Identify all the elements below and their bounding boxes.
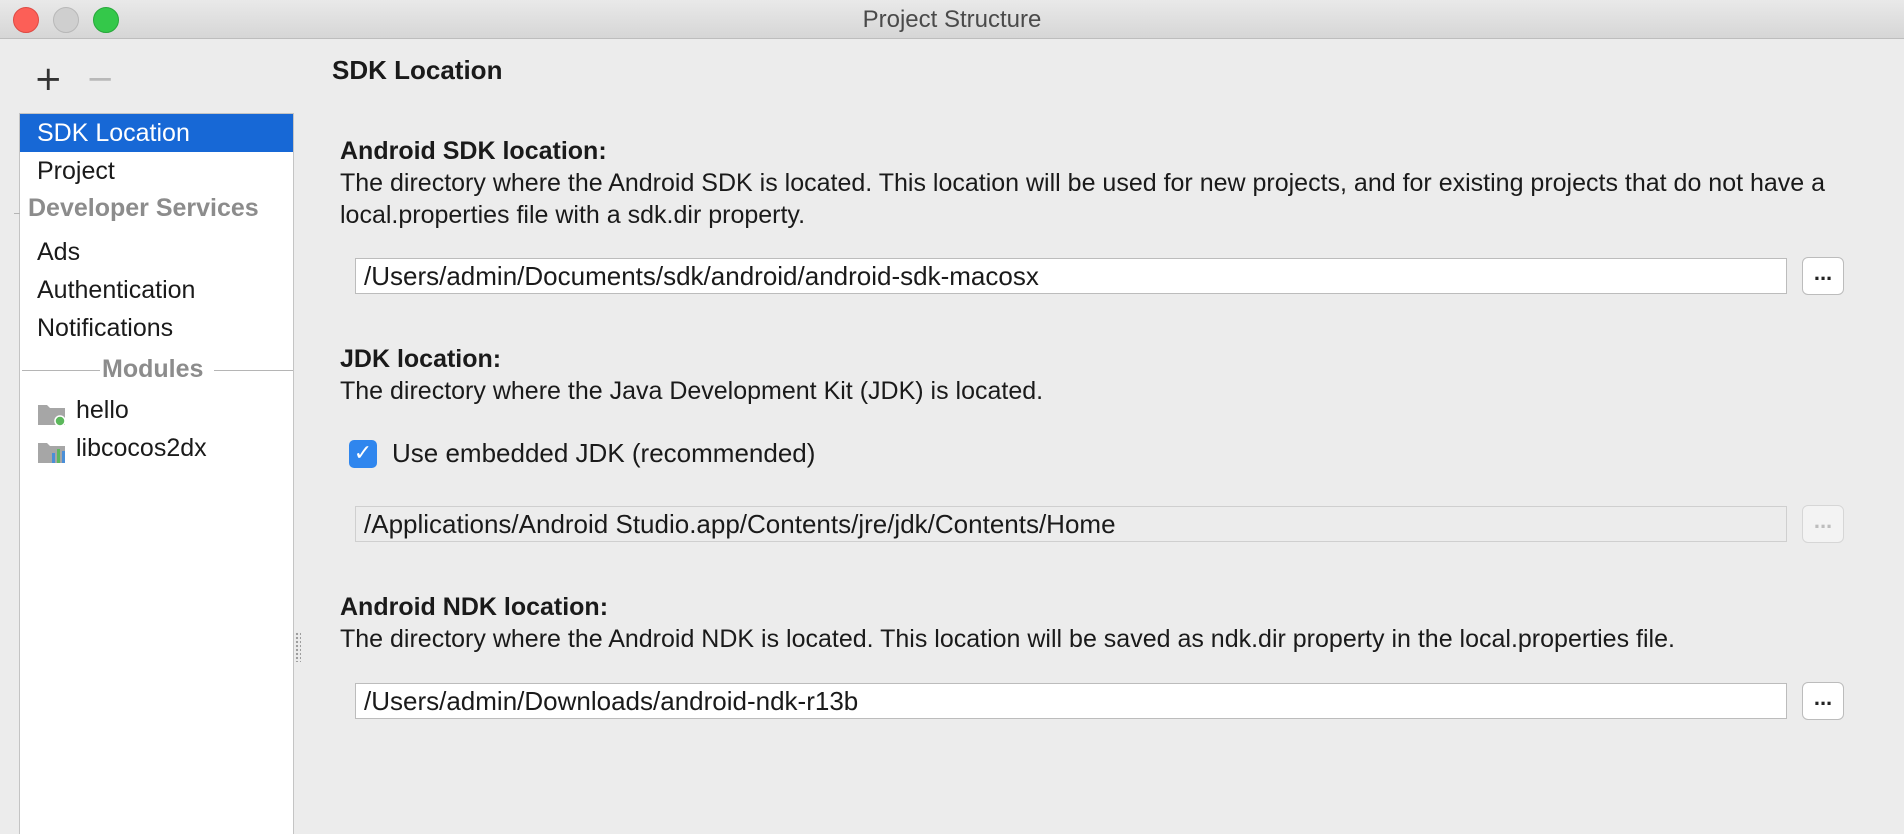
module-label: hello (76, 396, 129, 424)
android-ndk-heading: Android NDK location: (340, 593, 609, 621)
sidebar-item-notifications[interactable]: Notifications (20, 309, 293, 347)
sidebar-module-hello[interactable]: hello (20, 391, 293, 429)
sidebar-item-sdk-location[interactable]: SDK Location (20, 114, 293, 152)
app-module-icon (37, 399, 67, 427)
android-sdk-path-field[interactable]: /Users/admin/Documents/sdk/android/andro… (355, 258, 1787, 294)
divider (214, 370, 293, 371)
sidebar-item-project[interactable]: Project (20, 152, 293, 190)
window-title: Project Structure (862, 6, 1042, 33)
android-sdk-heading: Android SDK location: (340, 137, 607, 165)
developer-services-header: Developer Services (28, 194, 259, 222)
sidebar: SDK Location Project Developer Services … (14, 113, 294, 834)
android-ndk-browse-button[interactable]: ... (1802, 682, 1844, 720)
modules-header: Modules (102, 355, 204, 383)
embedded-jdk-label[interactable]: Use embedded JDK (recommended) (392, 438, 815, 469)
android-ndk-description: The directory where the Android NDK is l… (340, 625, 1675, 653)
add-button[interactable]: + (34, 62, 63, 96)
sidebar-item-ads[interactable]: Ads (20, 233, 293, 271)
divider (22, 370, 100, 371)
jdk-description: The directory where the Java Development… (340, 377, 1044, 405)
splitter-handle[interactable] (295, 632, 301, 662)
divider (14, 213, 20, 214)
library-module-icon (37, 437, 67, 463)
android-sdk-browse-button[interactable]: ... (1802, 257, 1844, 295)
jdk-path-field: /Applications/Android Studio.app/Content… (355, 506, 1787, 542)
jdk-heading: JDK location: (340, 345, 502, 373)
embedded-jdk-checkbox[interactable]: ✓ (349, 440, 377, 468)
page-title: SDK Location (332, 55, 503, 85)
checkmark-icon: ✓ (353, 441, 373, 466)
android-sdk-description: The directory where the Android SDK is l… (340, 169, 1826, 229)
sidebar-item-authentication[interactable]: Authentication (20, 271, 293, 309)
android-ndk-path-field[interactable]: /Users/admin/Downloads/android-ndk-r13b (355, 683, 1787, 719)
title-bar: Project Structure (0, 0, 1904, 39)
sidebar-module-libcocos2dx[interactable]: libcocos2dx (20, 429, 293, 467)
remove-button[interactable]: − (86, 62, 115, 96)
jdk-browse-button: ... (1802, 505, 1844, 543)
module-label: libcocos2dx (76, 434, 207, 462)
